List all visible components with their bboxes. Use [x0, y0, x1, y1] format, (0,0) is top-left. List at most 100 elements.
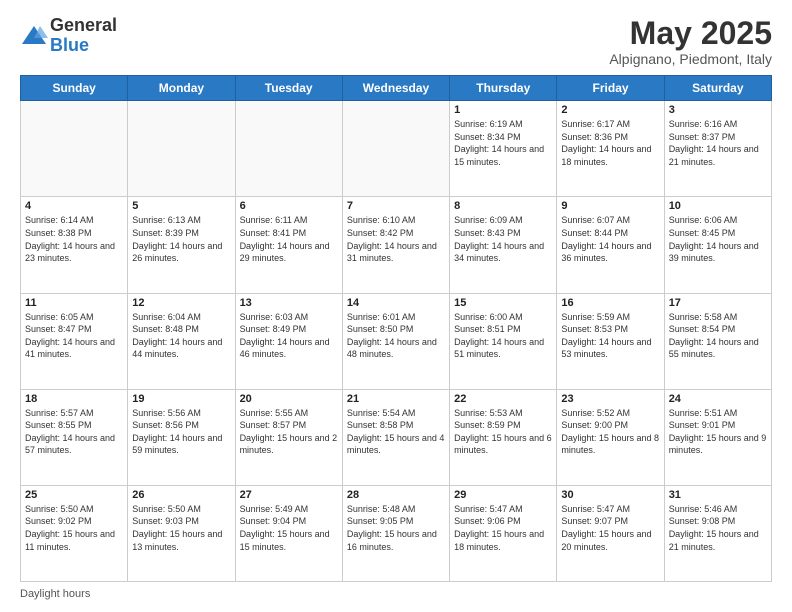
title-block: May 2025 Alpignano, Piedmont, Italy — [609, 16, 772, 67]
calendar-cell — [21, 101, 128, 197]
week-row-3: 11 Sunrise: 6:05 AM Sunset: 8:47 PM Dayli… — [21, 293, 772, 389]
day-info: Sunrise: 6:14 AM Sunset: 8:38 PM Dayligh… — [25, 214, 123, 264]
logo-text: General Blue — [50, 16, 117, 56]
day-number: 5 — [132, 200, 230, 212]
logo-icon — [20, 22, 48, 50]
days-header-row: SundayMondayTuesdayWednesdayThursdayFrid… — [21, 76, 772, 101]
day-info: Sunrise: 5:52 AM Sunset: 9:00 PM Dayligh… — [561, 407, 659, 457]
day-info: Sunrise: 6:09 AM Sunset: 8:43 PM Dayligh… — [454, 214, 552, 264]
day-info: Sunrise: 6:04 AM Sunset: 8:48 PM Dayligh… — [132, 311, 230, 361]
day-info: Sunrise: 5:47 AM Sunset: 9:07 PM Dayligh… — [561, 503, 659, 553]
day-header-sunday: Sunday — [21, 76, 128, 101]
day-number: 22 — [454, 393, 552, 405]
day-number: 25 — [25, 489, 123, 501]
day-number: 17 — [669, 297, 767, 309]
day-info: Sunrise: 6:10 AM Sunset: 8:42 PM Dayligh… — [347, 214, 445, 264]
day-number: 31 — [669, 489, 767, 501]
day-number: 8 — [454, 200, 552, 212]
calendar-cell: 7 Sunrise: 6:10 AM Sunset: 8:42 PM Daylig… — [342, 197, 449, 293]
day-number: 30 — [561, 489, 659, 501]
day-number: 27 — [240, 489, 338, 501]
footer: Daylight hours — [20, 588, 772, 600]
day-info: Sunrise: 6:00 AM Sunset: 8:51 PM Dayligh… — [454, 311, 552, 361]
calendar-cell: 12 Sunrise: 6:04 AM Sunset: 8:48 PM Dayli… — [128, 293, 235, 389]
day-info: Sunrise: 6:16 AM Sunset: 8:37 PM Dayligh… — [669, 118, 767, 168]
calendar-cell — [235, 101, 342, 197]
day-number: 29 — [454, 489, 552, 501]
day-info: Sunrise: 6:06 AM Sunset: 8:45 PM Dayligh… — [669, 214, 767, 264]
day-info: Sunrise: 5:55 AM Sunset: 8:57 PM Dayligh… — [240, 407, 338, 457]
day-number: 24 — [669, 393, 767, 405]
calendar-cell: 18Sunrise: 5:57 AM Sunset: 8:55 PM Dayli… — [21, 389, 128, 485]
day-number: 13 — [240, 297, 338, 309]
calendar-cell: 17Sunrise: 5:58 AM Sunset: 8:54 PM Dayli… — [664, 293, 771, 389]
day-info: Sunrise: 6:07 AM Sunset: 8:44 PM Dayligh… — [561, 214, 659, 264]
day-info: Sunrise: 5:53 AM Sunset: 8:59 PM Dayligh… — [454, 407, 552, 457]
day-number: 9 — [561, 200, 659, 212]
day-number: 4 — [25, 200, 123, 212]
calendar-cell: 1 Sunrise: 6:19 AM Sunset: 8:34 PM Daylig… — [450, 101, 557, 197]
calendar-cell: 22 Sunrise: 5:53 AM Sunset: 8:59 PM Dayli… — [450, 389, 557, 485]
calendar-cell: 11 Sunrise: 6:05 AM Sunset: 8:47 PM Dayli… — [21, 293, 128, 389]
day-number: 21 — [347, 393, 445, 405]
day-header-wednesday: Wednesday — [342, 76, 449, 101]
day-number: 2 — [561, 104, 659, 116]
day-number: 7 — [347, 200, 445, 212]
week-row-1: 1 Sunrise: 6:19 AM Sunset: 8:34 PM Daylig… — [21, 101, 772, 197]
calendar-cell: 29 Sunrise: 5:47 AM Sunset: 9:06 PM Dayli… — [450, 485, 557, 581]
day-number: 26 — [132, 489, 230, 501]
day-number: 20 — [240, 393, 338, 405]
calendar-cell: 10 Sunrise: 6:06 AM Sunset: 8:45 PM Dayli… — [664, 197, 771, 293]
logo-blue: Blue — [50, 36, 117, 56]
calendar-cell: 8 Sunrise: 6:09 AM Sunset: 8:43 PM Daylig… — [450, 197, 557, 293]
calendar-cell: 25 Sunrise: 5:50 AM Sunset: 9:02 PM Dayli… — [21, 485, 128, 581]
day-info: Sunrise: 5:48 AM Sunset: 9:05 PM Dayligh… — [347, 503, 445, 553]
day-number: 14 — [347, 297, 445, 309]
day-number: 1 — [454, 104, 552, 116]
calendar-cell: 24 Sunrise: 5:51 AM Sunset: 9:01 PM Dayli… — [664, 389, 771, 485]
day-header-friday: Friday — [557, 76, 664, 101]
day-number: 3 — [669, 104, 767, 116]
day-header-thursday: Thursday — [450, 76, 557, 101]
logo-general: General — [50, 16, 117, 36]
calendar-table: SundayMondayTuesdayWednesdayThursdayFrid… — [20, 75, 772, 582]
day-info: Sunrise: 5:47 AM Sunset: 9:06 PM Dayligh… — [454, 503, 552, 553]
day-number: 6 — [240, 200, 338, 212]
calendar-cell: 31 Sunrise: 5:46 AM Sunset: 9:08 PM Dayli… — [664, 485, 771, 581]
day-info: Sunrise: 5:50 AM Sunset: 9:02 PM Dayligh… — [25, 503, 123, 553]
day-info: Sunrise: 5:51 AM Sunset: 9:01 PM Dayligh… — [669, 407, 767, 457]
day-number: 28 — [347, 489, 445, 501]
calendar-cell: 21Sunrise: 5:54 AM Sunset: 8:58 PM Dayli… — [342, 389, 449, 485]
week-row-5: 25 Sunrise: 5:50 AM Sunset: 9:02 PM Dayli… — [21, 485, 772, 581]
calendar-cell: 30 Sunrise: 5:47 AM Sunset: 9:07 PM Dayli… — [557, 485, 664, 581]
day-number: 12 — [132, 297, 230, 309]
calendar-cell: 6 Sunrise: 6:11 AM Sunset: 8:41 PM Daylig… — [235, 197, 342, 293]
day-info: Sunrise: 6:05 AM Sunset: 8:47 PM Dayligh… — [25, 311, 123, 361]
day-info: Sunrise: 5:59 AM Sunset: 8:53 PM Dayligh… — [561, 311, 659, 361]
day-info: Sunrise: 5:56 AM Sunset: 8:56 PM Dayligh… — [132, 407, 230, 457]
day-header-tuesday: Tuesday — [235, 76, 342, 101]
month-title: May 2025 — [609, 16, 772, 51]
calendar-cell: 16Sunrise: 5:59 AM Sunset: 8:53 PM Dayli… — [557, 293, 664, 389]
day-header-saturday: Saturday — [664, 76, 771, 101]
day-info: Sunrise: 5:46 AM Sunset: 9:08 PM Dayligh… — [669, 503, 767, 553]
week-row-2: 4 Sunrise: 6:14 AM Sunset: 8:38 PM Daylig… — [21, 197, 772, 293]
day-number: 23 — [561, 393, 659, 405]
day-info: Sunrise: 5:57 AM Sunset: 8:55 PM Dayligh… — [25, 407, 123, 457]
day-info: Sunrise: 6:19 AM Sunset: 8:34 PM Dayligh… — [454, 118, 552, 168]
day-number: 15 — [454, 297, 552, 309]
calendar-cell: 26Sunrise: 5:50 AM Sunset: 9:03 PM Dayli… — [128, 485, 235, 581]
calendar-cell: 19Sunrise: 5:56 AM Sunset: 8:56 PM Dayli… — [128, 389, 235, 485]
day-number: 10 — [669, 200, 767, 212]
calendar-cell: 5 Sunrise: 6:13 AM Sunset: 8:39 PM Daylig… — [128, 197, 235, 293]
calendar-cell: 9 Sunrise: 6:07 AM Sunset: 8:44 PM Daylig… — [557, 197, 664, 293]
calendar-cell — [128, 101, 235, 197]
day-info: Sunrise: 6:11 AM Sunset: 8:41 PM Dayligh… — [240, 214, 338, 264]
day-number: 11 — [25, 297, 123, 309]
calendar-cell: 3 Sunrise: 6:16 AM Sunset: 8:37 PM Daylig… — [664, 101, 771, 197]
calendar-cell: 27Sunrise: 5:49 AM Sunset: 9:04 PM Dayli… — [235, 485, 342, 581]
day-info: Sunrise: 6:13 AM Sunset: 8:39 PM Dayligh… — [132, 214, 230, 264]
calendar-cell: 2Sunrise: 6:17 AM Sunset: 8:36 PM Daylig… — [557, 101, 664, 197]
calendar-cell: 4 Sunrise: 6:14 AM Sunset: 8:38 PM Daylig… — [21, 197, 128, 293]
day-info: Sunrise: 6:01 AM Sunset: 8:50 PM Dayligh… — [347, 311, 445, 361]
